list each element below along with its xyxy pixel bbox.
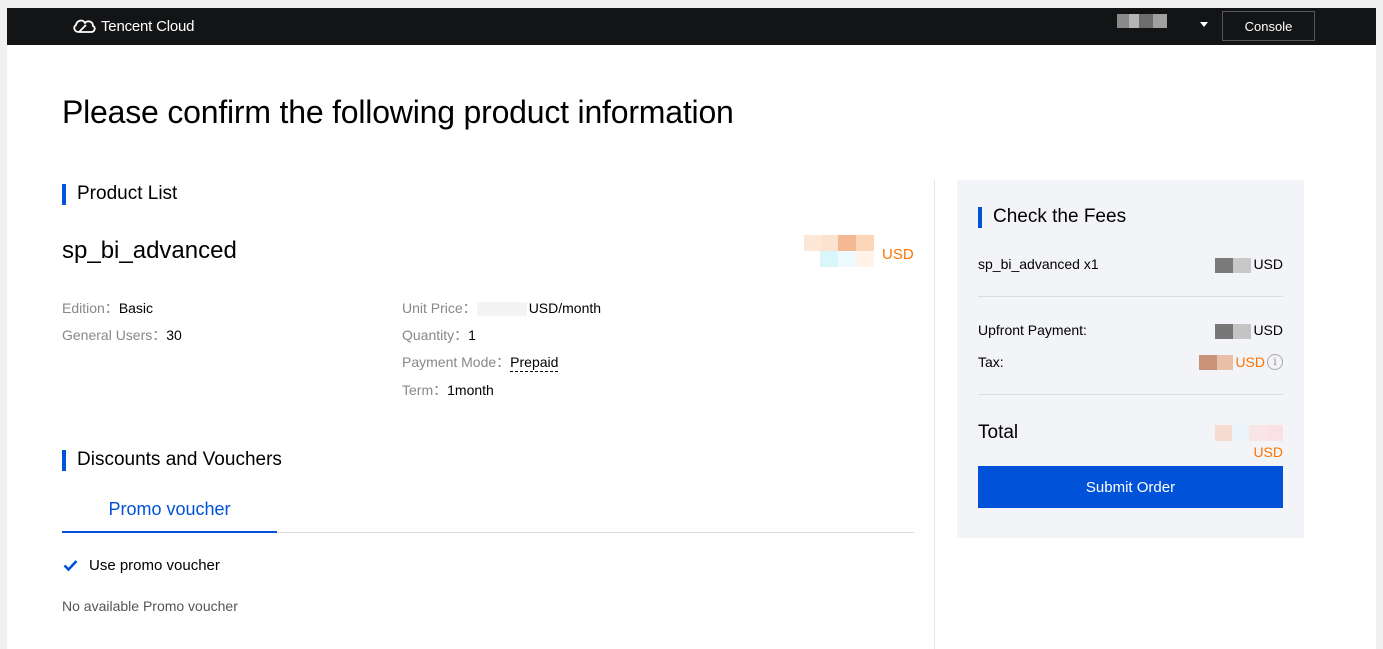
product-price-currency: USD — [882, 246, 914, 263]
checkmark-icon — [63, 560, 78, 572]
spec-general-users: General Users：30 — [62, 325, 182, 345]
fees-item-label: sp_bi_advanced x1 — [978, 256, 1099, 273]
spec-label: Unit Price： — [402, 300, 477, 316]
use-promo-voucher-label: Use promo voucher — [89, 557, 220, 574]
spec-label: Edition： — [62, 300, 119, 316]
fees-title: Check the Fees — [993, 206, 1127, 227]
fees-heading: Check the Fees — [978, 206, 1126, 228]
brand-name: Tencent Cloud — [101, 17, 195, 35]
spec-value: 1month — [447, 382, 494, 398]
product-price-value — [804, 235, 874, 269]
total-label: Total — [978, 422, 1019, 443]
product-list-heading: Product List — [62, 183, 177, 205]
fees-divider — [978, 394, 1283, 395]
spec-payment-mode: Payment Mode：Prepaid — [402, 352, 559, 372]
upfront-payment-currency: USD — [1253, 322, 1283, 338]
spec-label: Payment Mode： — [402, 354, 511, 370]
tab-promo-voucher[interactable]: Promo voucher — [62, 486, 277, 533]
spec-label: General Users： — [62, 327, 167, 343]
tax-value — [1199, 354, 1234, 370]
upfront-payment-label: Upfront Payment: — [978, 322, 1087, 339]
info-icon[interactable]: i — [1267, 354, 1283, 370]
product-name: sp_bi_advanced — [62, 237, 237, 264]
spec-term: Term：1month — [402, 380, 494, 400]
payment-mode-tooltip-trigger[interactable]: Prepaid — [510, 354, 559, 372]
total-value — [1215, 425, 1283, 441]
spec-quantity: Quantity：1 — [402, 325, 476, 345]
spec-value: 1 — [468, 327, 476, 343]
discounts-title: Discounts and Vouchers — [77, 449, 282, 470]
fees-item-value — [1215, 257, 1252, 273]
section-accent-bar — [62, 449, 66, 471]
spec-label: Term： — [402, 382, 448, 398]
upfront-payment-value — [1215, 323, 1252, 339]
spec-edition: Edition：Basic — [62, 298, 153, 318]
spec-value: 30 — [166, 327, 182, 343]
tax-currency: USD — [1235, 354, 1265, 370]
top-nav: Tencent Cloud Console — [7, 8, 1376, 45]
tax-label: Tax: — [978, 354, 1004, 370]
total-currency: USD — [1253, 444, 1283, 460]
section-accent-bar — [62, 183, 66, 205]
submit-order-button[interactable]: Submit Order — [978, 466, 1283, 508]
fees-item-row: sp_bi_advanced x1 USD — [978, 256, 1283, 273]
upfront-payment-row: Upfront Payment: USD — [978, 322, 1283, 339]
page-title: Please confirm the following product inf… — [62, 94, 734, 130]
fees-item-amount: USD — [1215, 256, 1283, 273]
spec-value: USD/month — [528, 300, 602, 316]
cloud-logo-icon — [73, 19, 96, 33]
spec-label: Quantity： — [402, 327, 469, 343]
fees-panel: Check the Fees sp_bi_advanced x1 USD Upf… — [957, 180, 1304, 538]
spec-unit-price: Unit Price： USD/month — [402, 298, 601, 318]
brand-logo[interactable]: Tencent Cloud — [71, 17, 194, 35]
fees-divider — [978, 296, 1283, 297]
section-accent-bar — [978, 206, 982, 228]
fees-item-currency: USD — [1253, 256, 1283, 272]
tax-row: Tax: USD i — [978, 354, 1283, 370]
discounts-heading: Discounts and Vouchers — [62, 449, 282, 471]
chevron-down-icon[interactable] — [1200, 22, 1208, 27]
unit-price-value — [476, 302, 527, 317]
column-divider — [934, 180, 935, 649]
console-button[interactable]: Console — [1222, 11, 1315, 41]
use-promo-voucher-checkbox[interactable] — [62, 557, 79, 574]
product-list-title: Product List — [77, 183, 178, 204]
account-avatar[interactable] — [1117, 14, 1167, 28]
use-promo-voucher-row[interactable]: Use promo voucher — [62, 557, 220, 574]
upfront-payment-amount: USD — [1215, 322, 1283, 339]
spec-value: Basic — [118, 300, 154, 316]
tax-amount: USD i — [1199, 354, 1283, 370]
empty-voucher-text: No available Promo voucher — [62, 598, 238, 614]
active-tab-indicator — [62, 531, 277, 533]
